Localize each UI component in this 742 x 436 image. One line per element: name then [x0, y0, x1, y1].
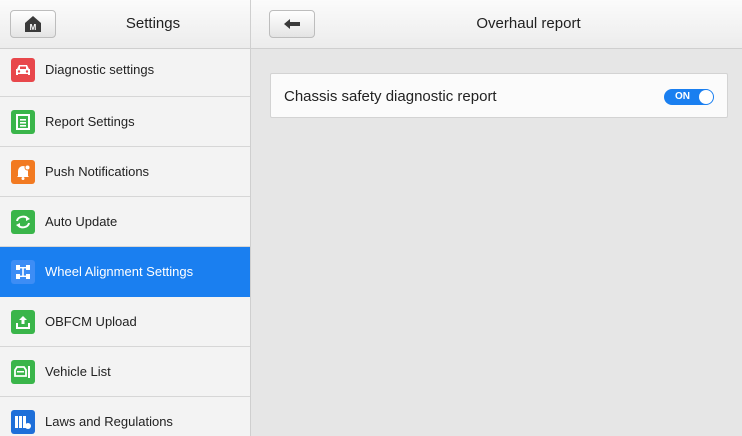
- page-title: Overhaul report: [476, 15, 581, 32]
- sidebar-item-label: Auto Update: [45, 214, 118, 229]
- sidebar-item-label: Wheel Alignment Settings: [45, 264, 194, 279]
- sidebar-item-report-settings[interactable]: Report Settings: [0, 97, 250, 147]
- sidebar-item-wheel-alignment-settings[interactable]: Wheel Alignment Settings: [0, 247, 250, 297]
- sidebar-header: M Settings: [0, 0, 250, 49]
- home-icon: M: [25, 16, 41, 32]
- main-header: Overhaul report: [251, 0, 742, 49]
- sidebar-item-diagnostic-settings[interactable]: Diagnostic settings: [0, 49, 250, 97]
- toggle-knob: [699, 90, 713, 104]
- back-button[interactable]: [269, 10, 315, 38]
- svg-text:M: M: [30, 23, 37, 32]
- wheel-alignment-icon: [11, 259, 35, 284]
- home-button[interactable]: M: [10, 10, 56, 38]
- sidebar-item-obfcm-upload[interactable]: OBFCM Upload: [0, 297, 250, 347]
- sidebar-item-label: Push Notifications: [45, 164, 150, 179]
- report-setting-row: Chassis safety diagnostic report ON: [270, 73, 728, 118]
- back-arrow-icon: [284, 19, 300, 29]
- sidebar-item-vehicle-list[interactable]: Vehicle List: [0, 347, 250, 397]
- sidebar-item-label: Report Settings: [45, 114, 135, 129]
- sidebar-item-push-notifications[interactable]: Push Notifications: [0, 147, 250, 197]
- document-icon: [11, 109, 35, 134]
- toggle-state-label: ON: [675, 91, 690, 102]
- sidebar-item-auto-update[interactable]: Auto Update: [0, 197, 250, 247]
- vehicle-list-icon: [11, 359, 35, 384]
- sidebar-item-label: Diagnostic settings: [45, 62, 155, 77]
- sidebar-item-label: Laws and Regulations: [45, 414, 173, 429]
- sidebar-title: Settings: [125, 15, 181, 32]
- bell-icon: [11, 159, 35, 184]
- sidebar-item-laws-and-regulations[interactable]: Laws and Regulations: [0, 397, 250, 436]
- sidebar-item-label: Vehicle List: [45, 364, 111, 379]
- report-label: Chassis safety diagnostic report: [284, 88, 497, 105]
- car-icon: [11, 57, 35, 82]
- refresh-icon: [11, 209, 35, 234]
- sidebar: M Settings Diagnostic settings Report Se…: [0, 0, 251, 436]
- report-toggle[interactable]: ON: [664, 89, 714, 105]
- upload-icon: [11, 309, 35, 334]
- sidebar-item-label: OBFCM Upload: [45, 314, 137, 329]
- books-icon: [11, 409, 35, 434]
